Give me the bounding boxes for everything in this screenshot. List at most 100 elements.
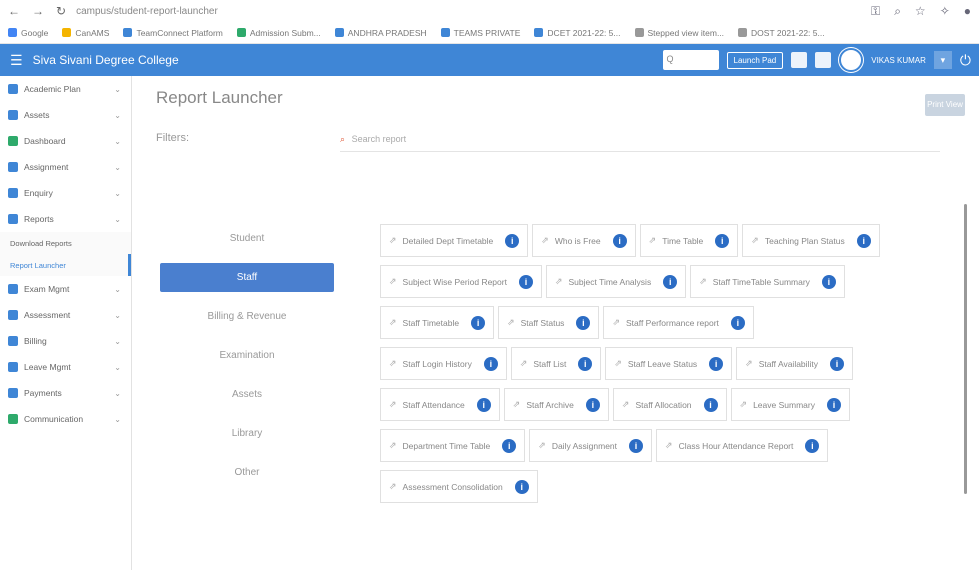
sidebar-item[interactable]: Reports ⌄	[0, 206, 131, 232]
report-link[interactable]: ⇗ Subject Wise Period Report i	[380, 265, 542, 298]
back-icon[interactable]: ←	[8, 4, 20, 18]
sidebar-item[interactable]: Communication ⌄	[0, 406, 131, 432]
address-bar[interactable]: campus/student-report-launcher	[76, 6, 861, 17]
power-icon[interactable]: ⏻	[960, 52, 971, 69]
sidebar-item[interactable]: Dashboard ⌄	[0, 128, 131, 154]
report-link[interactable]: ⇗ Staff Status i	[498, 306, 600, 339]
info-icon[interactable]: i	[805, 438, 820, 453]
extension-icon[interactable]: ✧	[940, 4, 950, 19]
info-icon[interactable]: i	[856, 233, 871, 248]
sidebar-item[interactable]: Exam Mgmt ⌄	[0, 276, 131, 302]
report-link[interactable]: ⇗ Assessment Consolidation i	[380, 470, 538, 503]
report-link[interactable]: ⇗ Staff TimeTable Summary i	[690, 265, 845, 298]
topbar-search-input[interactable]: Q	[662, 50, 719, 70]
report-link[interactable]: ⇗ Staff Login History i	[380, 347, 507, 380]
grid-icon[interactable]	[791, 52, 808, 68]
bookmark-item[interactable]: CanAMS	[62, 28, 109, 38]
sidebar-item[interactable]: Academic Plan ⌄	[0, 76, 131, 102]
report-link[interactable]: ⇗ Subject Time Analysis i	[545, 265, 687, 298]
report-link[interactable]: ⇗ Time Table i	[639, 224, 739, 257]
info-icon[interactable]: i	[471, 315, 486, 330]
info-icon[interactable]: i	[585, 397, 600, 412]
info-icon[interactable]: i	[663, 274, 678, 289]
sidebar-item[interactable]: Billing ⌄	[0, 328, 131, 354]
bookmark-item[interactable]: TEAMS PRIVATE	[440, 28, 520, 38]
report-search-input[interactable]: ⌕ Search report	[340, 128, 940, 152]
report-link[interactable]: ⇗ Leave Summary i	[730, 388, 850, 421]
category-tab[interactable]: Billing & Revenue	[160, 302, 334, 331]
info-icon[interactable]: i	[826, 397, 841, 412]
info-icon[interactable]: i	[505, 233, 520, 248]
mail-icon[interactable]	[815, 52, 832, 68]
sidebar-item[interactable]: Assessment ⌄	[0, 302, 131, 328]
launch-pad-button[interactable]: Launch Pad	[726, 51, 784, 69]
bookmark-item[interactable]: ANDHRA PRADESH	[334, 28, 427, 38]
info-icon[interactable]: i	[703, 397, 718, 412]
sidebar-item[interactable]: Leave Mgmt ⌄	[0, 354, 131, 380]
print-view-button[interactable]: Print View	[925, 94, 965, 116]
forward-icon[interactable]: →	[32, 4, 44, 18]
bookmark-item[interactable]: DCET 2021-22: 5...	[534, 28, 621, 38]
sidebar-item[interactable]: Assets ⌄	[0, 102, 131, 128]
sidebar-item[interactable]: Enquiry ⌄	[0, 180, 131, 206]
category-tab[interactable]: Student	[160, 224, 334, 253]
star-icon[interactable]: ☆	[915, 4, 926, 19]
bookmark-item[interactable]: Admission Subm...	[236, 28, 321, 38]
report-link[interactable]: ⇗ Staff Performance report i	[603, 306, 754, 339]
zoom-icon[interactable]: ⌕	[894, 4, 901, 19]
report-link[interactable]: ⇗ Staff List i	[510, 347, 602, 380]
info-icon[interactable]: i	[821, 274, 836, 289]
info-icon[interactable]: i	[514, 479, 529, 494]
report-link[interactable]: ⇗ Staff Allocation i	[612, 388, 727, 421]
hamburger-menu-icon[interactable]: ☰	[10, 52, 23, 69]
bookmark-icon	[236, 28, 246, 37]
info-icon[interactable]: i	[518, 274, 533, 289]
report-link[interactable]: ⇗ Staff Archive i	[503, 388, 609, 421]
info-icon[interactable]: i	[715, 233, 730, 248]
profile-icon[interactable]: ●	[964, 4, 971, 19]
category-tab[interactable]: Staff	[160, 263, 334, 292]
report-label: Staff TimeTable Summary	[712, 276, 810, 287]
sidebar-subitem[interactable]: Download Reports	[0, 232, 131, 254]
key-icon[interactable]: ⚿	[871, 4, 880, 19]
report-link[interactable]: ⇗ Department Time Table i	[380, 429, 526, 462]
external-link-icon: ⇗	[745, 358, 753, 368]
category-tab[interactable]: Examination	[160, 341, 334, 370]
bookmark-item[interactable]: TeamConnect Platform	[123, 28, 223, 38]
category-tab[interactable]: Other	[160, 458, 334, 487]
bookmark-item[interactable]: Stepped view item...	[634, 28, 724, 38]
bookmark-icon	[334, 28, 344, 37]
sidebar-item[interactable]: Payments ⌄	[0, 380, 131, 406]
report-link[interactable]: ⇗ Who is Free i	[532, 224, 636, 257]
category-tab[interactable]: Library	[160, 419, 334, 448]
info-icon[interactable]: i	[576, 315, 591, 330]
scrollbar[interactable]	[964, 204, 967, 494]
report-link[interactable]: ⇗ Detailed Dept Timetable i	[380, 224, 529, 257]
report-link[interactable]: ⇗ Staff Timetable i	[380, 306, 495, 339]
info-icon[interactable]: i	[709, 356, 724, 371]
report-link[interactable]: ⇗ Daily Assignment i	[529, 429, 653, 462]
chevron-down-icon[interactable]: ▾	[933, 51, 952, 69]
info-icon[interactable]: i	[578, 356, 593, 371]
info-icon[interactable]: i	[730, 315, 745, 330]
category-tab[interactable]: Assets	[160, 380, 334, 409]
bookmark-item[interactable]: Google	[8, 28, 48, 38]
report-link[interactable]: ⇗ Staff Leave Status i	[605, 347, 733, 380]
sidebar-subitem[interactable]: Report Launcher	[0, 254, 131, 276]
info-icon[interactable]: i	[829, 356, 844, 371]
info-icon[interactable]: i	[483, 356, 498, 371]
report-link[interactable]: ⇗ Class Hour Attendance Report i	[656, 429, 829, 462]
info-icon[interactable]: i	[476, 397, 491, 412]
info-icon[interactable]: i	[629, 438, 644, 453]
reload-icon[interactable]: ↻	[56, 4, 66, 18]
report-link[interactable]: ⇗ Staff Availability i	[736, 347, 853, 380]
info-icon[interactable]: i	[502, 438, 517, 453]
info-icon[interactable]: i	[612, 233, 627, 248]
sidebar-item[interactable]: Assignment ⌄	[0, 154, 131, 180]
avatar[interactable]	[839, 48, 864, 72]
report-label: Staff Allocation	[635, 399, 692, 410]
report-link[interactable]: ⇗ Teaching Plan Status i	[742, 224, 880, 257]
report-link[interactable]: ⇗ Staff Attendance i	[380, 388, 500, 421]
external-link-icon: ⇗	[751, 235, 759, 245]
bookmark-item[interactable]: DOST 2021-22: 5...	[738, 28, 825, 38]
